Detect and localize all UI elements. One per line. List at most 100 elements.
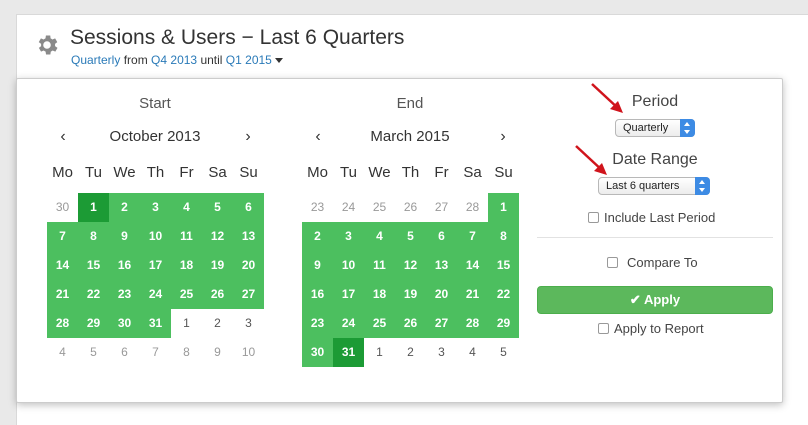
calendar-day[interactable]: 11 [171,222,202,251]
calendar-day[interactable]: 1 [171,309,202,338]
include-last-period-checkbox[interactable]: Include Last Period [588,210,715,225]
calendar-day[interactable]: 3 [333,222,364,251]
calendar-day[interactable]: 10 [233,338,264,367]
start-link[interactable]: Q4 2013 [151,53,197,67]
calendar-day[interactable]: 19 [202,251,233,280]
apply-to-report-checkbox[interactable]: Apply to Report [598,321,704,336]
calendar-day[interactable]: 28 [47,309,78,338]
calendar-day[interactable]: 2 [109,193,140,222]
calendar-day[interactable]: 4 [171,193,202,222]
calendar-day[interactable]: 3 [233,309,264,338]
calendar-day[interactable]: 28 [457,309,488,338]
calendar-day[interactable]: 25 [364,193,395,222]
calendar-day[interactable]: 17 [333,280,364,309]
calendar-day[interactable]: 4 [47,338,78,367]
calendar-day[interactable]: 5 [488,338,519,367]
calendar-day[interactable]: 3 [140,193,171,222]
calendar-day[interactable]: 27 [426,193,457,222]
calendar-day[interactable]: 1 [488,193,519,222]
calendar-day[interactable]: 7 [47,222,78,251]
calendar-day[interactable]: 24 [333,193,364,222]
calendar-day[interactable]: 20 [233,251,264,280]
calendar-day[interactable]: 17 [140,251,171,280]
period-link[interactable]: Quarterly [71,53,120,67]
calendar-day[interactable]: 7 [457,222,488,251]
calendar-day[interactable]: 29 [488,309,519,338]
calendar-day[interactable]: 21 [457,280,488,309]
end-next-month-button[interactable]: › [493,128,513,146]
calendar-day[interactable]: 30 [47,193,78,222]
checkbox-box[interactable] [588,212,599,223]
calendar-day[interactable]: 16 [302,280,333,309]
calendar-day[interactable]: 10 [333,251,364,280]
calendar-day[interactable]: 30 [302,338,333,367]
calendar-day[interactable]: 15 [488,251,519,280]
end-link[interactable]: Q1 2015 [226,53,272,67]
start-prev-month-button[interactable]: ‹ [53,128,73,146]
calendar-day[interactable]: 14 [47,251,78,280]
calendar-day[interactable]: 2 [395,338,426,367]
calendar-day[interactable]: 26 [395,309,426,338]
start-next-month-button[interactable]: › [238,128,258,146]
calendar-day[interactable]: 25 [171,280,202,309]
calendar-day[interactable]: 23 [302,309,333,338]
caret-down-icon[interactable] [274,58,283,63]
calendar-day[interactable]: 12 [395,251,426,280]
calendar-day[interactable]: 11 [364,251,395,280]
calendar-day[interactable]: 28 [457,193,488,222]
calendar-day[interactable]: 9 [202,338,233,367]
calendar-day[interactable]: 13 [233,222,264,251]
calendar-day[interactable]: 21 [47,280,78,309]
calendar-day[interactable]: 31 [333,338,364,367]
period-select[interactable]: Quarterly [615,119,695,137]
calendar-day[interactable]: 5 [78,338,109,367]
gear-icon[interactable] [34,32,60,58]
calendar-day[interactable]: 9 [109,222,140,251]
calendar-day[interactable]: 26 [395,193,426,222]
calendar-day[interactable]: 24 [140,280,171,309]
calendar-day[interactable]: 10 [140,222,171,251]
calendar-day[interactable]: 6 [109,338,140,367]
calendar-day[interactable]: 5 [202,193,233,222]
calendar-day[interactable]: 25 [364,309,395,338]
calendar-day[interactable]: 14 [457,251,488,280]
end-prev-month-button[interactable]: ‹ [308,128,328,146]
calendar-day[interactable]: 31 [140,309,171,338]
calendar-day[interactable]: 12 [202,222,233,251]
calendar-day[interactable]: 8 [488,222,519,251]
calendar-day[interactable]: 8 [78,222,109,251]
calendar-day[interactable]: 5 [395,222,426,251]
calendar-day[interactable]: 22 [78,280,109,309]
calendar-day[interactable]: 27 [426,309,457,338]
calendar-day[interactable]: 1 [364,338,395,367]
calendar-day[interactable]: 26 [202,280,233,309]
calendar-day[interactable]: 2 [202,309,233,338]
calendar-day[interactable]: 9 [302,251,333,280]
calendar-day[interactable]: 27 [233,280,264,309]
calendar-day[interactable]: 22 [488,280,519,309]
calendar-day[interactable]: 4 [364,222,395,251]
calendar-day[interactable]: 2 [302,222,333,251]
checkbox-box[interactable] [607,257,618,268]
calendar-day[interactable]: 7 [140,338,171,367]
calendar-day[interactable]: 19 [395,280,426,309]
calendar-day[interactable]: 6 [426,222,457,251]
calendar-day[interactable]: 4 [457,338,488,367]
calendar-day[interactable]: 18 [364,280,395,309]
checkbox-box[interactable] [598,323,609,334]
calendar-day[interactable]: 8 [171,338,202,367]
calendar-day[interactable]: 13 [426,251,457,280]
date-range-select[interactable]: Last 6 quarters [598,177,710,195]
calendar-day[interactable]: 23 [302,193,333,222]
calendar-day[interactable]: 20 [426,280,457,309]
calendar-day[interactable]: 29 [78,309,109,338]
apply-button[interactable]: ✔ Apply [537,286,773,314]
calendar-day[interactable]: 24 [333,309,364,338]
calendar-day[interactable]: 15 [78,251,109,280]
calendar-day[interactable]: 6 [233,193,264,222]
calendar-day[interactable]: 23 [109,280,140,309]
calendar-day[interactable]: 30 [109,309,140,338]
calendar-day[interactable]: 18 [171,251,202,280]
calendar-day[interactable]: 1 [78,193,109,222]
calendar-day[interactable]: 16 [109,251,140,280]
